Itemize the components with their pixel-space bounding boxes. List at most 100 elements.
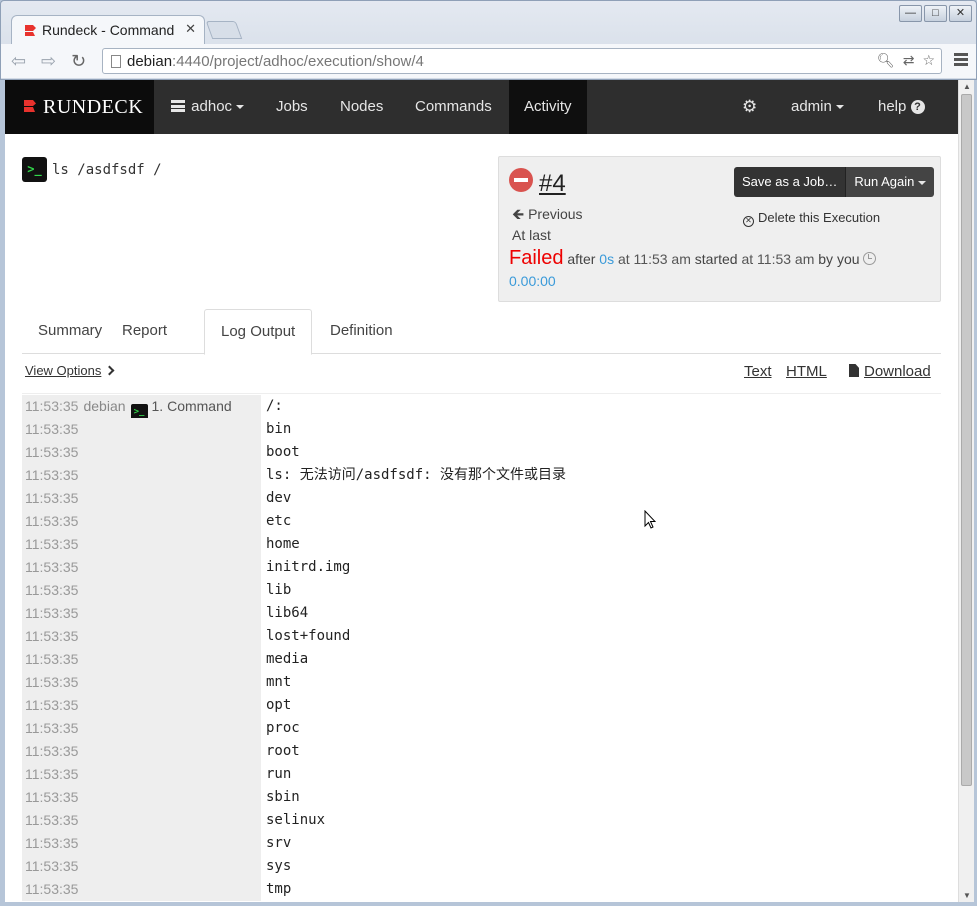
log-row: 11:53:35 lib <box>22 579 941 602</box>
log-text: run <box>266 766 292 782</box>
file-icon <box>849 364 859 377</box>
arrow-left-icon: 🡸 <box>512 206 525 223</box>
tab-close-icon[interactable]: ✕ <box>185 21 196 37</box>
log-time: 11:53:35 <box>22 487 261 510</box>
log-step: 1. Command <box>151 398 232 414</box>
new-tab-button[interactable] <box>205 21 243 39</box>
start-time: at 11:53 am <box>741 251 815 267</box>
log-row: 11:53:35 run <box>22 763 941 786</box>
log-text: sys <box>266 858 292 874</box>
execution-number-link[interactable]: #4 <box>539 170 566 198</box>
nav-nodes[interactable]: Nodes <box>325 80 398 134</box>
rundeck-brand[interactable]: RUNDECK <box>5 80 154 134</box>
tab-report[interactable]: Report <box>106 309 183 354</box>
log-time: 11:53:35 <box>22 441 261 464</box>
run-again-label: Run Again <box>854 174 915 189</box>
address-bar[interactable]: debian:4440/project/adhoc/execution/show… <box>102 48 942 74</box>
text-format-link[interactable]: Text <box>744 363 772 380</box>
log-row: 11:53:35 mnt <box>22 671 941 694</box>
view-options-link[interactable]: View Options <box>25 363 115 378</box>
download-link[interactable]: Download <box>849 363 931 380</box>
chevron-down-icon <box>236 105 245 110</box>
nav-activity[interactable]: Activity <box>509 80 587 134</box>
html-format-link[interactable]: HTML <box>786 363 827 380</box>
gear-icon[interactable]: ⚙ <box>727 80 772 134</box>
log-time: 11:53:35 <box>22 717 261 740</box>
log-time: 11:53:35 <box>22 786 261 809</box>
log-text: opt <box>266 697 292 713</box>
nav-jobs[interactable]: Jobs <box>261 80 323 134</box>
status-failed: Failed <box>509 247 564 269</box>
log-row: 11:53:35 lib64 <box>22 602 941 625</box>
nav-help[interactable]: help ? <box>863 80 940 134</box>
project-name: adhoc <box>191 98 233 115</box>
log-text: dev <box>266 490 292 506</box>
download-label: Download <box>864 363 931 380</box>
search-icon[interactable]: 🔍︎ <box>877 52 895 69</box>
log-row: 11:53:35 proc <box>22 717 941 740</box>
omnibox-icons: 🔍︎ ⇄ ☆ <box>877 52 935 69</box>
at-last-text: At last <box>512 227 551 243</box>
nav-admin-dropdown[interactable]: admin <box>776 80 859 134</box>
log-row: 11:53:35 tmp <box>22 878 941 901</box>
save-as-job-button[interactable]: Save as a Job… <box>734 167 847 197</box>
duration-value: 0s <box>599 251 615 267</box>
maximize-icon[interactable]: □ <box>924 5 947 22</box>
terminal-icon: >_ <box>130 404 148 418</box>
log-text: sbin <box>266 789 300 805</box>
minimize-icon[interactable]: — <box>899 5 922 22</box>
top-navbar: RUNDECK adhoc Jobs Nodes Commands Activi… <box>5 80 958 134</box>
nav-commands[interactable]: Commands <box>400 80 507 134</box>
log-time: 11:53:35 <box>22 464 261 487</box>
tab-summary[interactable]: Summary <box>22 309 118 354</box>
log-row: 11:53:35 sys <box>22 855 941 878</box>
started-label: started <box>694 251 738 267</box>
log-text: srv <box>266 835 292 851</box>
log-time: 11:53:35 <box>22 809 261 832</box>
log-time: 11:53:35 <box>22 418 261 441</box>
delete-execution-link[interactable]: ✕ Delete this Execution <box>743 210 880 227</box>
close-window-icon[interactable]: ✕ <box>949 5 972 22</box>
url-path: :4440/project/adhoc/execution/show/4 <box>172 53 424 70</box>
back-icon[interactable]: ⇦ <box>11 51 26 72</box>
tab-definition[interactable]: Definition <box>314 309 409 354</box>
log-text: bin <box>266 421 292 437</box>
log-time: 11:53:35 <box>22 556 261 579</box>
tab-log-output[interactable]: Log Output <box>204 309 313 355</box>
browser-menu-icon[interactable] <box>954 53 968 68</box>
page-scrollbar[interactable]: ▲ ▼ <box>958 80 974 902</box>
log-text: boot <box>266 444 300 460</box>
previous-link[interactable]: 🡸 Previous <box>512 204 583 229</box>
log-row: 11:53:35 home <box>22 533 941 556</box>
chevron-right-icon <box>104 365 115 376</box>
tab-title: Rundeck - Command <box>42 22 175 38</box>
log-row: 11:53:35 bin <box>22 418 941 441</box>
terminal-icon: >_ <box>22 157 47 182</box>
question-circle-icon: ? <box>910 100 925 114</box>
log-text: media <box>266 651 309 667</box>
scrollbar-thumb[interactable] <box>961 94 972 786</box>
log-text: selinux <box>266 812 326 828</box>
log-text: mnt <box>266 674 292 690</box>
scroll-up-icon[interactable]: ▲ <box>963 82 971 91</box>
command-text: ls /asdfsdf / <box>52 161 162 178</box>
browser-tab[interactable]: Rundeck - Command ✕ <box>11 15 205 44</box>
log-text: tmp <box>266 881 292 897</box>
url-text[interactable]: debian:4440/project/adhoc/execution/show… <box>127 53 424 70</box>
log-text: home <box>266 536 300 552</box>
bookmark-star-icon[interactable]: ☆ <box>922 52 935 69</box>
log-output: 11:53:35 debian >_ 1. Command /: 11:53:35 bi… <box>22 395 941 901</box>
run-again-button[interactable]: Run Again <box>846 167 935 197</box>
clock-icon <box>862 252 876 265</box>
log-row: 11:53:35 root <box>22 740 941 763</box>
forward-icon[interactable]: ⇨ <box>41 51 56 72</box>
log-time: 11:53:35 <box>22 602 261 625</box>
reload-icon[interactable]: ↻ <box>71 51 86 72</box>
close-circle-icon: ✕ <box>743 216 754 227</box>
translate-icon[interactable]: ⇄ <box>903 52 915 69</box>
nav-project-dropdown[interactable]: adhoc <box>156 80 259 134</box>
log-text: /: <box>266 398 283 414</box>
page-content: RUNDECK adhoc Jobs Nodes Commands Activi… <box>5 80 958 902</box>
scroll-down-icon[interactable]: ▼ <box>963 891 971 900</box>
log-text: root <box>266 743 300 759</box>
